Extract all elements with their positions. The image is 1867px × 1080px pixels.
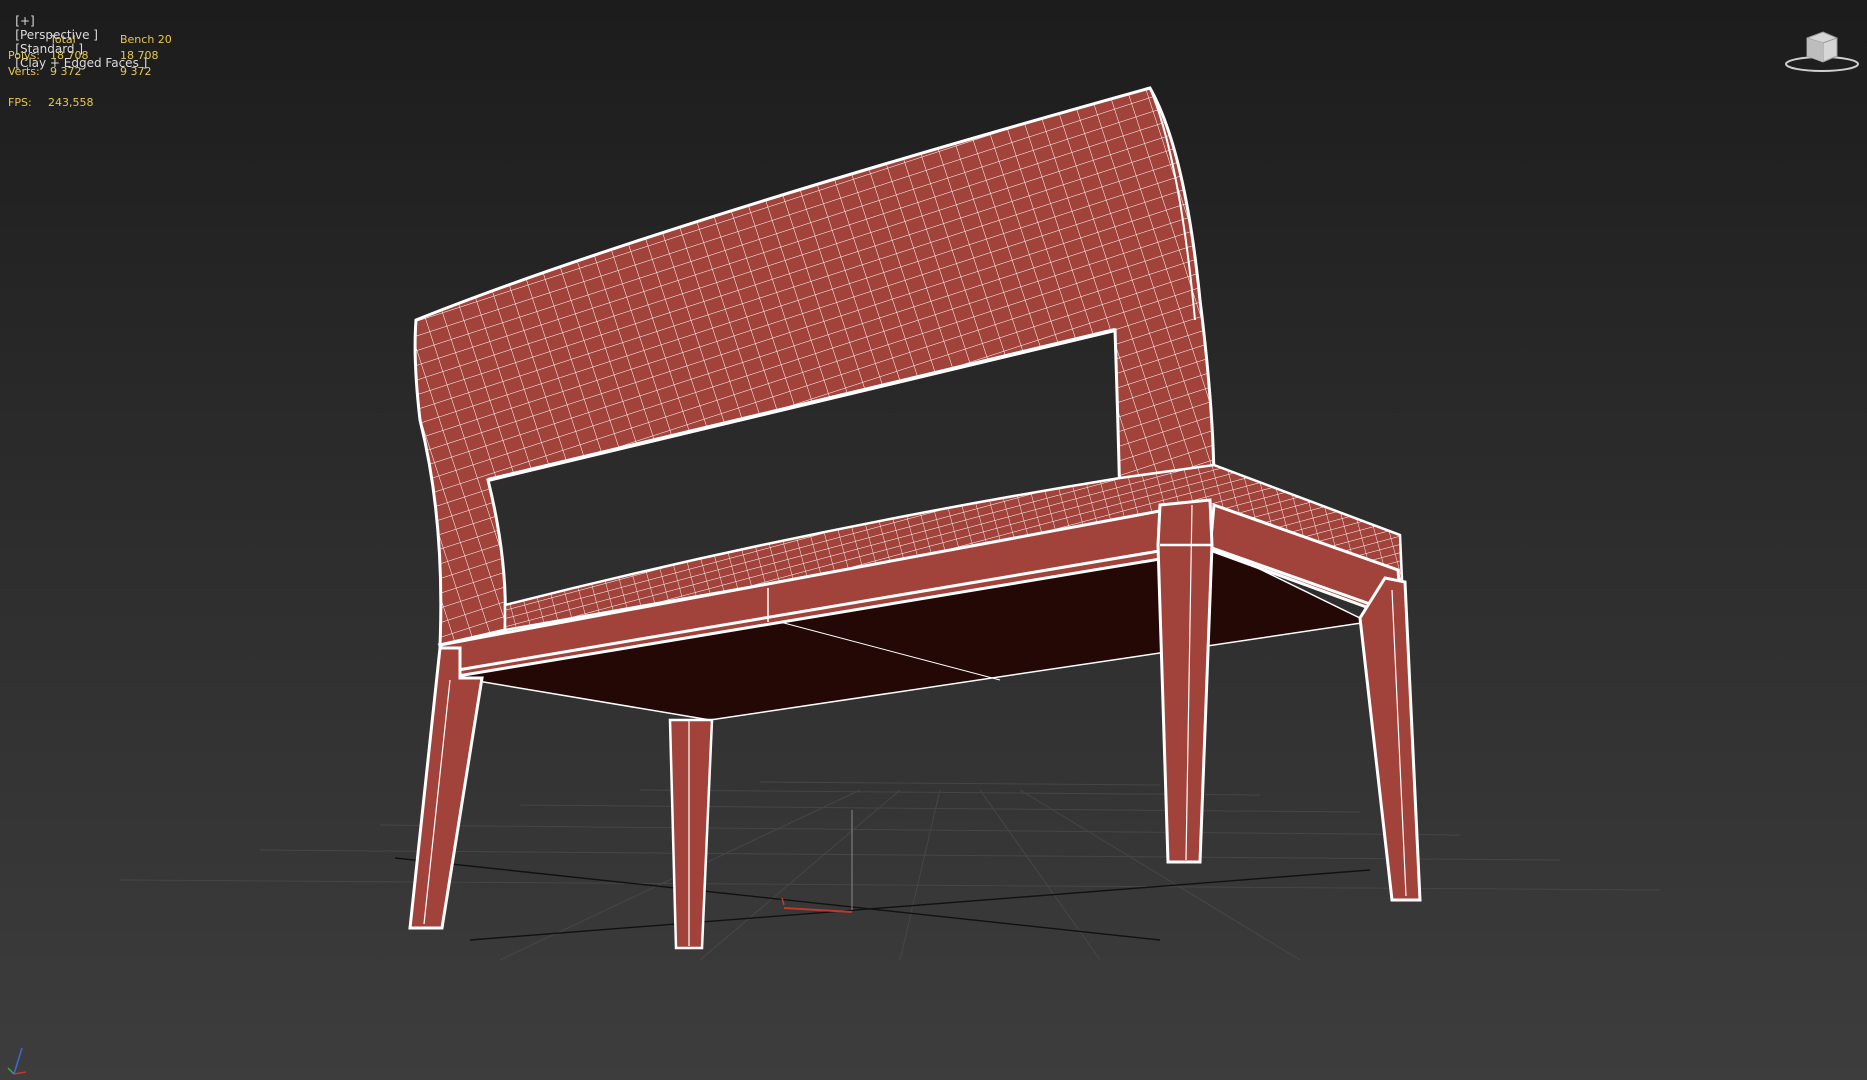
stats-polys-label: Polys: [8,49,40,62]
world-axes [394,857,1371,941]
perspective-viewport[interactable]: [+] [Perspective ] [Standard ] [Clay + E… [0,0,1867,1080]
viewport-scene[interactable] [0,0,1867,1080]
fps-readout: FPS: 243,558 [8,96,94,109]
home-grid [119,781,1661,961]
viewcube-icon[interactable] [1783,26,1861,76]
stats-verts-object: 9 372 [119,65,152,78]
stats-polys-total: 18 708 [49,49,89,62]
bench-leg-front-left [408,646,484,930]
fps-label: FPS: [8,96,32,109]
viewport-general-menu[interactable]: [+] [15,14,34,28]
stats-polys-object: 18 708 [119,49,159,62]
viewport-statistics: Total Bench 20 Polys: 18 708 18 708 Vert… [8,32,190,80]
stats-header-object: Bench 20 [119,33,172,46]
bench-leg-front-right [1156,498,1214,864]
stats-verts-label: Verts: [8,65,40,78]
bench-leg-back-right [1358,576,1422,902]
fps-value: 243,558 [48,96,94,109]
stats-header-total: Total [49,33,76,46]
stats-verts-total: 9 372 [49,65,82,78]
bench-leg-back-left [668,718,714,950]
axis-tripod-icon [7,1047,27,1075]
